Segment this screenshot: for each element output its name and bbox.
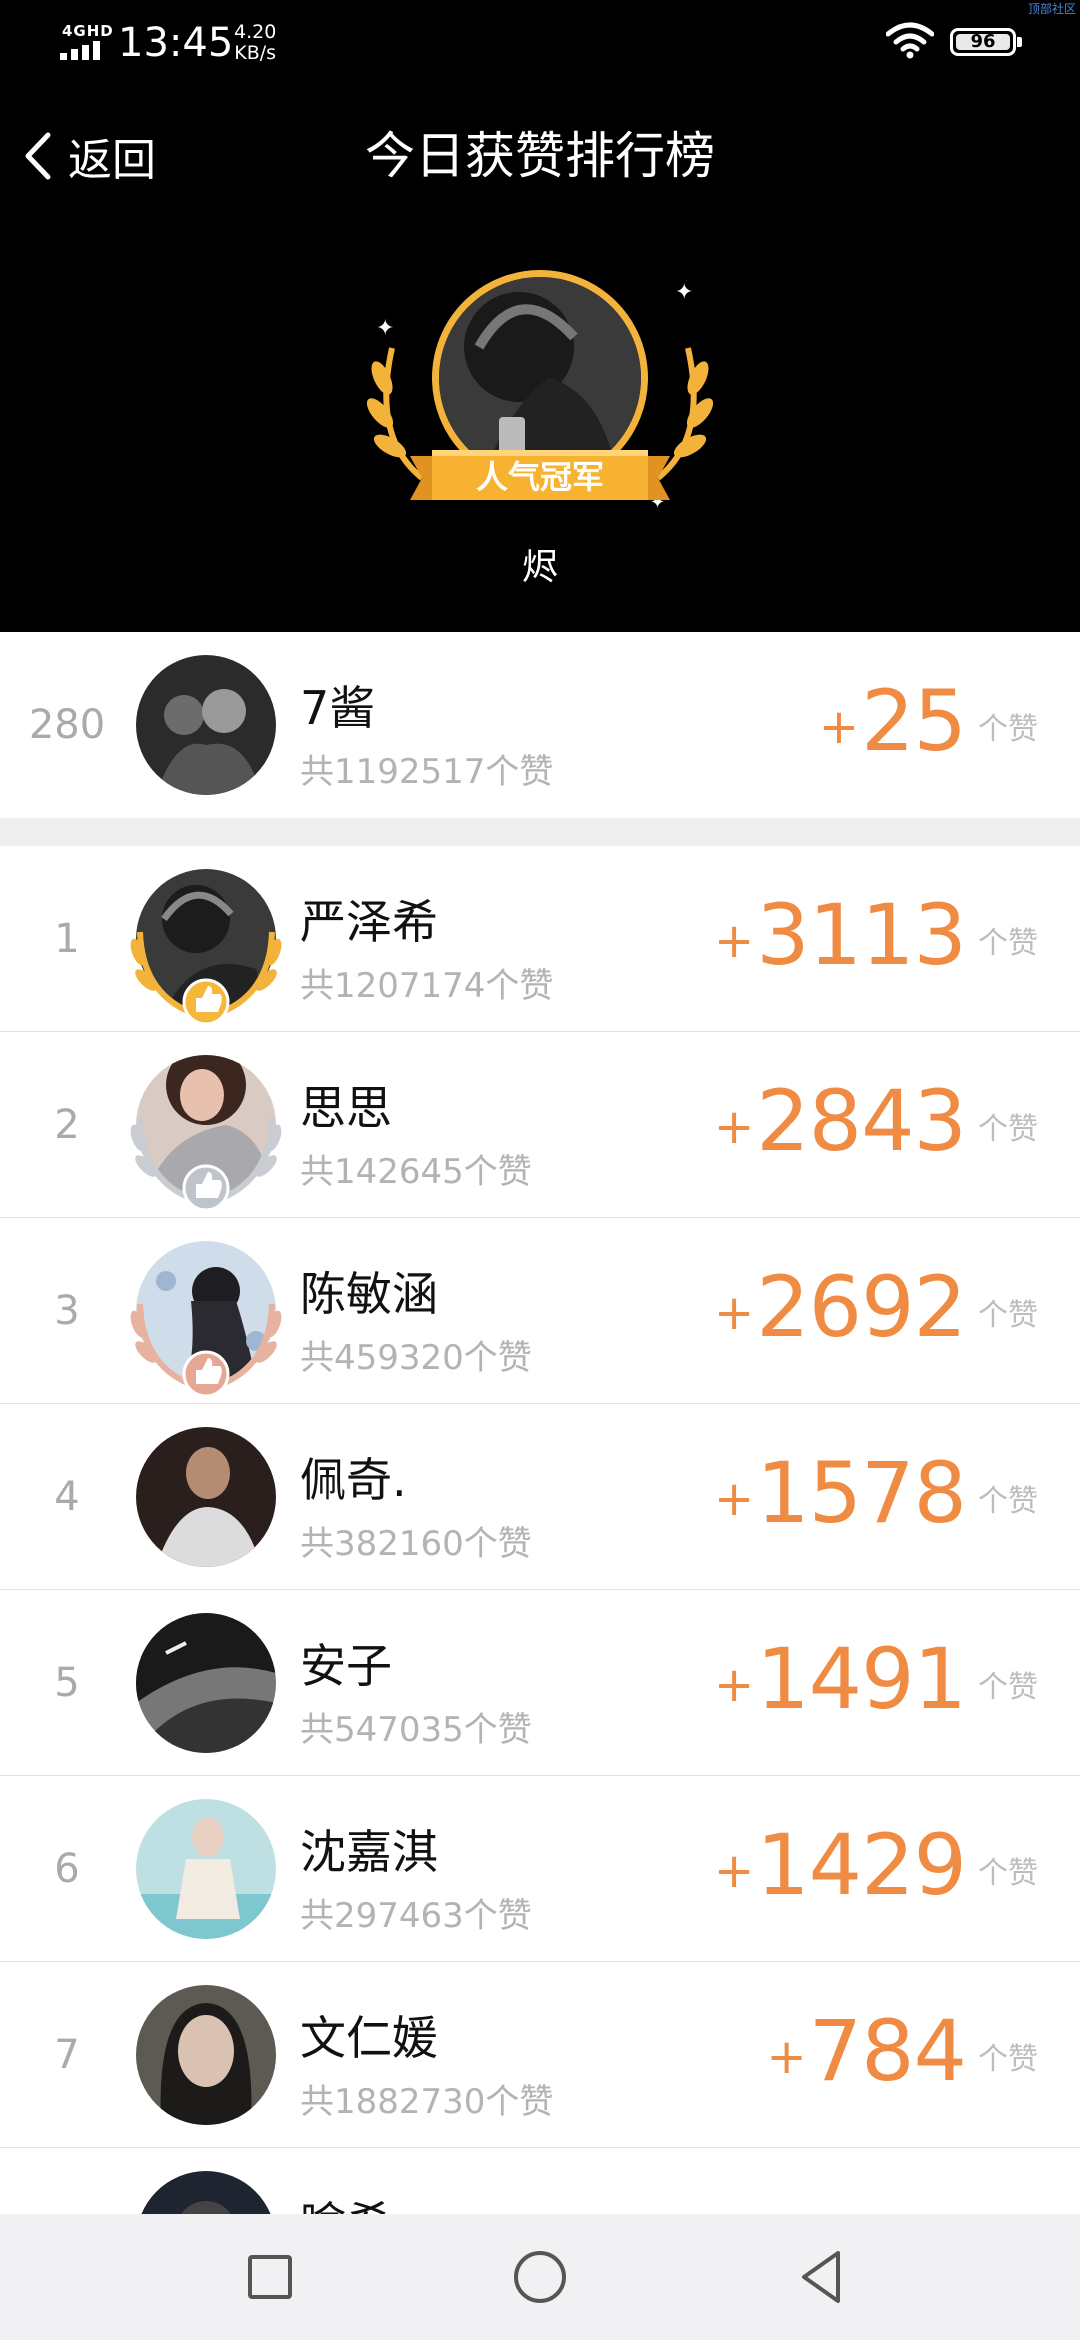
rank-number: 4: [54, 1474, 80, 1520]
speed-unit: KB/s: [234, 42, 277, 64]
list-item[interactable]: 1 严泽希 共1207174个赞 + 3113 个赞: [0, 846, 1080, 1032]
square-icon[interactable]: [240, 2247, 300, 2307]
network-speed: 4.20 KB/s: [234, 22, 276, 64]
user-name: 思思: [300, 1081, 392, 1135]
like-gain-number: 1491: [756, 1630, 967, 1728]
network-type: 4GHD: [62, 22, 114, 40]
plus-sign: +: [714, 1471, 755, 1527]
likes-unit: 个赞: [978, 2042, 1038, 2077]
user-name: 佩奇.: [300, 1453, 407, 1507]
list-item[interactable]: 2 思思 共142645个赞 + 2843 个赞: [0, 1032, 1080, 1218]
rank-number: 7: [54, 2032, 80, 2078]
silver-medal-icon: [130, 1117, 282, 1212]
plus-sign: +: [714, 1843, 755, 1899]
likes-unit: 个赞: [978, 1856, 1038, 1891]
sparkle-icon: ✦: [376, 316, 395, 341]
plus-sign: +: [714, 1285, 755, 1341]
likes-unit: 个赞: [978, 712, 1038, 747]
like-gain-number: 2692: [756, 1258, 967, 1356]
like-gain: + 25: [818, 666, 967, 776]
list-item[interactable]: 5 安子 共547035个赞 + 1491 个赞: [0, 1590, 1080, 1776]
champion-badge[interactable]: ✦ ✦ ✦ ✦ 人气冠军: [360, 258, 720, 528]
like-gain: + 2692: [714, 1252, 967, 1362]
like-gain-number: 3113: [756, 886, 967, 984]
user-name: 沈嘉淇: [300, 1825, 438, 1879]
total-likes: 共1207174个赞: [300, 966, 554, 1006]
list-item[interactable]: 7 文仁媛 共1882730个赞 + 784 个赞: [0, 1962, 1080, 2148]
like-gain: + 1578: [714, 1438, 967, 1548]
avatar[interactable]: [136, 1613, 276, 1753]
like-gain-number: 2843: [756, 1072, 967, 1170]
battery-level: 96: [956, 33, 1010, 51]
like-gain-number: 784: [808, 2002, 967, 2100]
header: 4GHD 13:45 4.20 KB/s 96 顶部社区 返回 今日获赞排行榜: [0, 0, 1080, 632]
total-likes: 共142645个赞: [300, 1152, 532, 1192]
user-name: 文仁媛: [300, 2011, 438, 2065]
plus-sign: +: [714, 913, 755, 969]
rank-number: 5: [54, 1660, 80, 1706]
my-rank-row[interactable]: 280 7酱 共1192517个赞 + 25 个赞: [0, 632, 1080, 818]
avatar[interactable]: [136, 1427, 276, 1567]
plus-sign: +: [714, 1099, 755, 1155]
like-gain-number: 1578: [756, 1444, 967, 1542]
user-name: 7酱: [300, 681, 376, 735]
total-likes: 共547035个赞: [300, 1710, 532, 1750]
navigation-bar: [0, 2214, 1080, 2340]
champion-name: 烬: [521, 547, 558, 588]
section-divider: [0, 818, 1080, 846]
list-item[interactable]: 3 陈敏涵 共459320个赞 + 2692 个赞: [0, 1218, 1080, 1404]
like-gain-number: 1429: [756, 1816, 967, 1914]
total-likes: 共1882730个赞: [300, 2082, 554, 2122]
user-name: 严泽希: [300, 895, 438, 949]
like-gain: + 2843: [714, 1066, 967, 1176]
like-gain: + 1429: [714, 1810, 967, 1920]
likes-unit: 个赞: [978, 926, 1038, 961]
user-name: 安子: [300, 1639, 392, 1693]
avatar[interactable]: [136, 655, 276, 795]
watermark: 顶部社区: [1027, 2, 1076, 16]
bronze-medal-icon: [130, 1303, 282, 1398]
gold-medal-icon: [130, 931, 282, 1026]
speed-value: 4.20: [234, 21, 277, 43]
like-gain: + 784: [766, 1996, 967, 2106]
plus-sign: +: [766, 2029, 807, 2085]
list-item[interactable]: 6 沈嘉淇 共297463个赞 + 1429 个赞: [0, 1776, 1080, 1962]
avatar[interactable]: [136, 1985, 276, 2125]
status-bar: 4GHD 13:45 4.20 KB/s 96 顶部社区: [0, 0, 1080, 90]
like-gain: + 1491: [714, 1624, 967, 1734]
triangle-back-icon[interactable]: [792, 2247, 852, 2307]
sparkle-icon: ✦: [675, 280, 694, 305]
like-gain: + 3113: [714, 880, 967, 990]
total-likes: 共459320个赞: [300, 1338, 532, 1378]
user-name: 陈敏涵: [300, 1267, 438, 1321]
rank-number: 280: [28, 702, 106, 748]
likes-unit: 个赞: [978, 1484, 1038, 1519]
circle-icon[interactable]: [510, 2247, 570, 2307]
total-likes: 共1192517个赞: [300, 752, 554, 792]
list-item[interactable]: 4 佩奇. 共382160个赞 + 1578 个赞: [0, 1404, 1080, 1590]
plus-sign: +: [818, 699, 860, 755]
likes-unit: 个赞: [978, 1112, 1038, 1147]
likes-unit: 个赞: [978, 1670, 1038, 1705]
rank-number: 3: [54, 1288, 80, 1334]
rank-number: 2: [54, 1102, 80, 1148]
battery-icon: 96: [950, 28, 1022, 56]
plus-sign: +: [714, 1657, 755, 1713]
like-gain-number: 25: [861, 672, 967, 770]
avatar[interactable]: [136, 1799, 276, 1939]
total-likes: 共297463个赞: [300, 1896, 532, 1936]
signal-icon: [60, 40, 106, 60]
rank-number: 1: [54, 916, 80, 962]
likes-unit: 个赞: [978, 1298, 1038, 1333]
rank-number: 6: [54, 1846, 80, 1892]
champion-ribbon: 人气冠军: [410, 448, 670, 506]
total-likes: 共382160个赞: [300, 1524, 532, 1564]
wifi-icon: [886, 22, 934, 59]
page-title: 今日获赞排行榜: [365, 127, 715, 185]
champion-badge-label: 人气冠军: [475, 458, 604, 496]
clock: 13:45: [118, 20, 234, 66]
